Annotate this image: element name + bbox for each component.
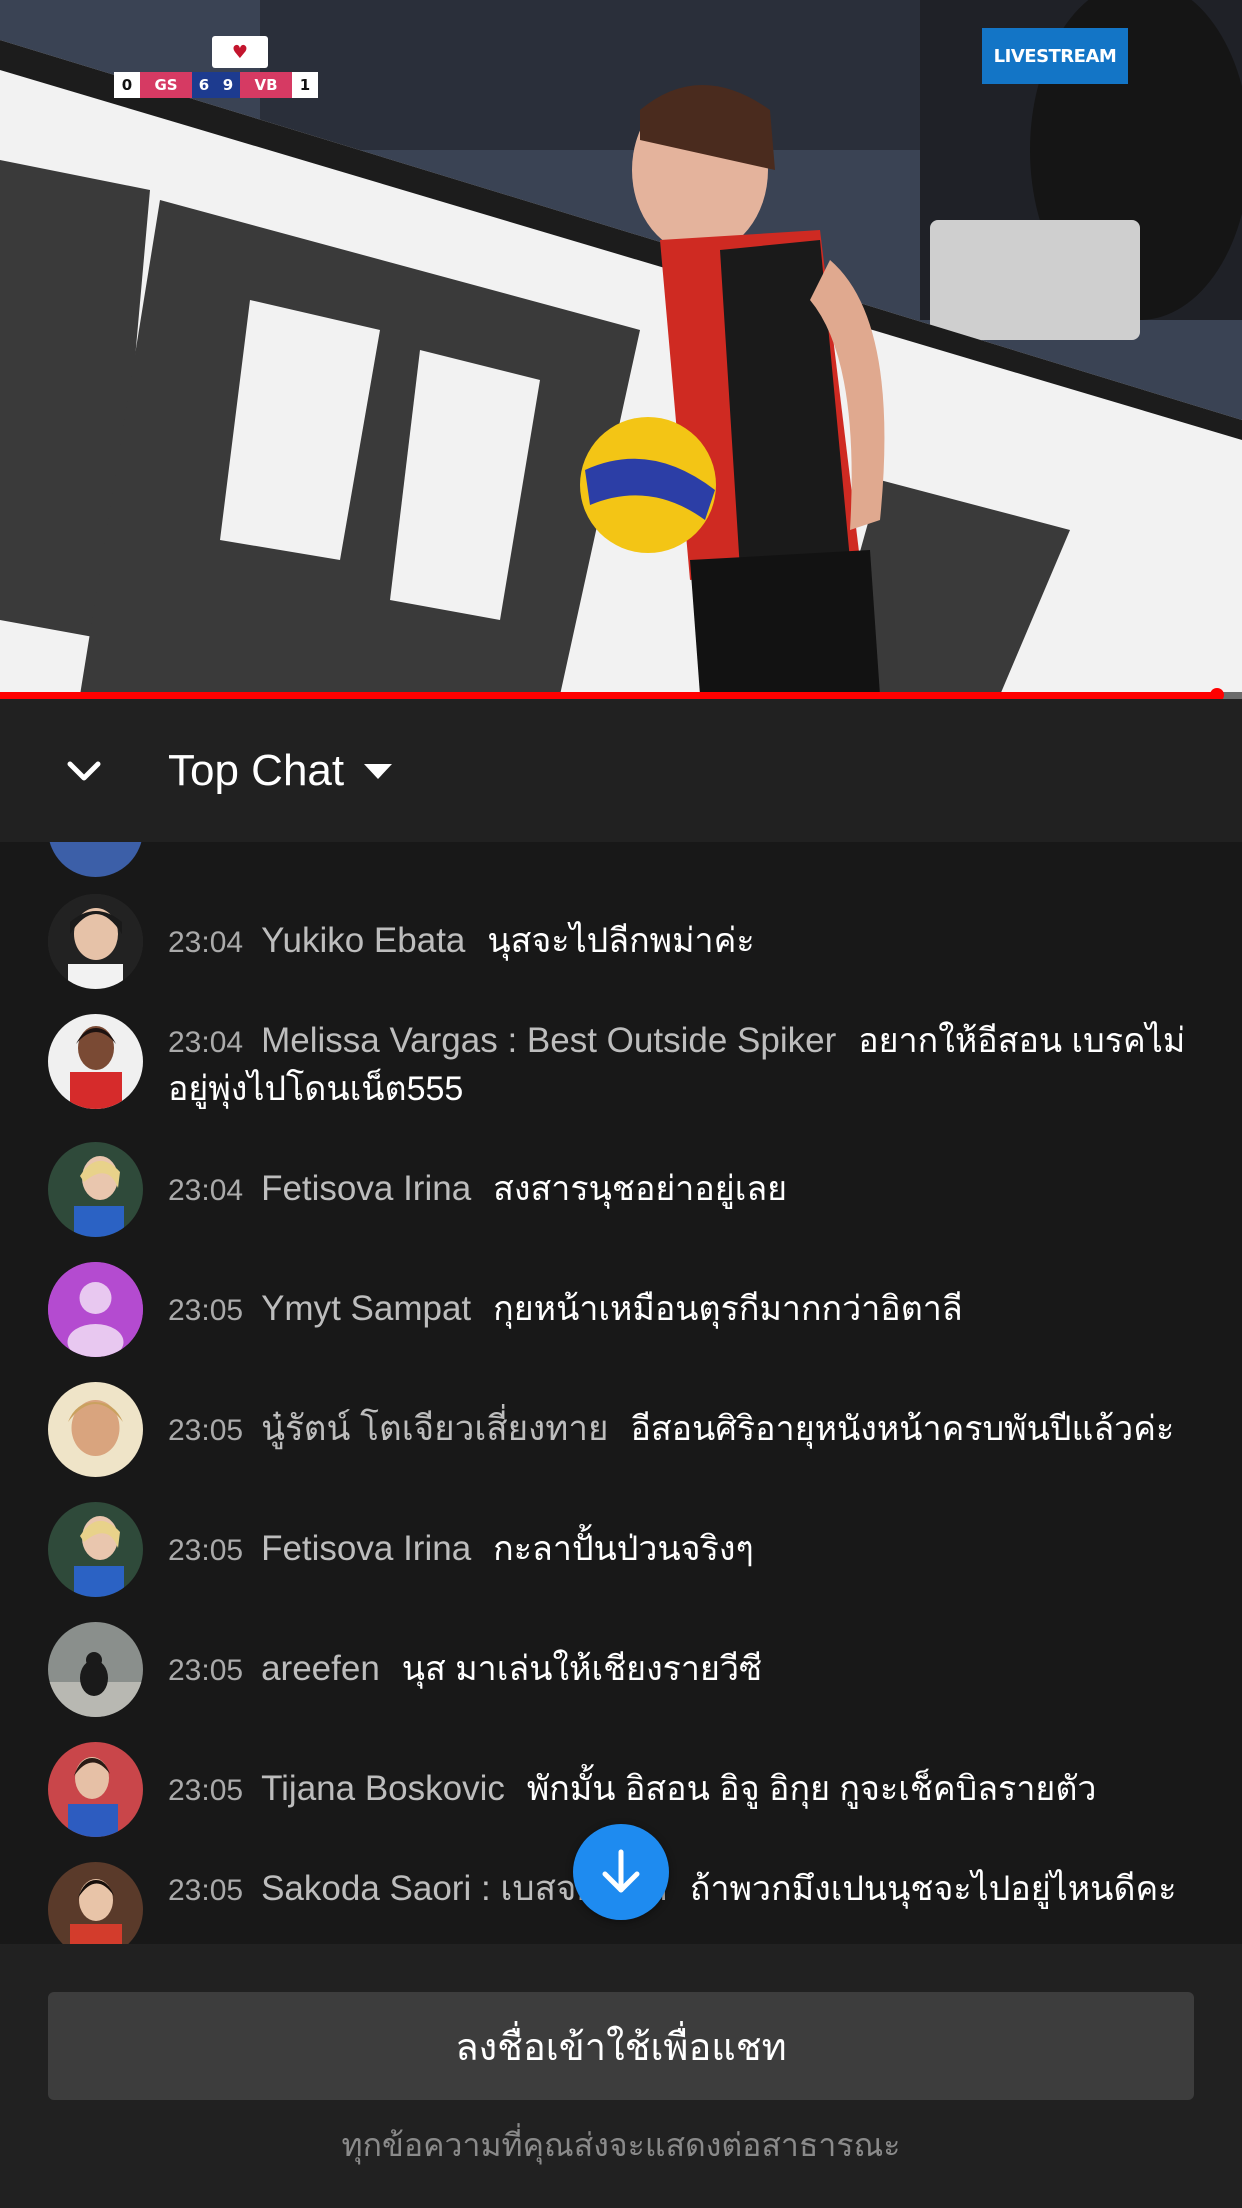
chat-mode-label: Top Chat bbox=[168, 746, 345, 795]
message-text: นุสจะไปลีกพม่าค่ะ bbox=[487, 922, 755, 960]
video-frame bbox=[0, 0, 1242, 695]
message-author[interactable]: Fetisova Irina bbox=[261, 1529, 471, 1568]
sign-in-to-chat-button[interactable]: ลงชื่อเข้าใช้เพื่อแชท bbox=[48, 1992, 1194, 2100]
avatar bbox=[48, 1262, 143, 1357]
video-progress-fill bbox=[0, 692, 1218, 699]
message-text: นุส มาเล่นให้เชียงรายวีซี bbox=[401, 1650, 763, 1688]
avatar bbox=[48, 1742, 143, 1837]
home-points: 6 bbox=[192, 72, 216, 98]
chat-footer: ลงชื่อเข้าใช้เพื่อแชท ทุกข้อความที่คุณส่… bbox=[0, 1944, 1242, 2208]
chevron-down-icon bbox=[67, 761, 101, 781]
message-author[interactable]: Yukiko Ebata bbox=[261, 921, 465, 960]
message-text: สงสารนุชอย่าอยู่เลย bbox=[493, 1170, 788, 1208]
avatar bbox=[48, 1622, 143, 1717]
league-logo: ♥ bbox=[212, 36, 268, 68]
message-time: 23:05 bbox=[168, 1534, 244, 1567]
away-points: 9 bbox=[216, 72, 240, 98]
message-time: 23:05 bbox=[168, 1414, 244, 1447]
message-text: กุยหน้าเหมือนตุรกีมากกว่าอิตาลี bbox=[493, 1290, 963, 1328]
away-team: VB bbox=[240, 72, 292, 98]
caret-down-icon bbox=[364, 764, 393, 779]
avatar bbox=[48, 1382, 143, 1477]
public-message-notice: ทุกข้อความที่คุณส่งจะแสดงต่อสาธารณะ bbox=[341, 2127, 901, 2163]
video-player[interactable]: ♥ 0 GS 6 9 VB 1 LIVESTREAM bbox=[0, 0, 1242, 695]
livestream-label: LIVESTREAM bbox=[993, 45, 1117, 67]
person-icon bbox=[48, 1262, 143, 1357]
chat-message-list[interactable]: 23:04 Yukiko Ebata นุสจะไปลีกพม่าค่ะ 23:04… bbox=[0, 842, 1242, 1944]
avatar bbox=[48, 842, 143, 877]
message-time: 23:04 bbox=[168, 1174, 244, 1207]
message-text: พักมั้น อิสอน อิจู อิกุย กูจะเช็คบิลรายต… bbox=[526, 1770, 1097, 1808]
message-text: ถ้าพวกมึงเปนนุชจะไปอยู่ไหนดีคะ bbox=[689, 1870, 1177, 1908]
message-author[interactable]: Fetisova Irina bbox=[261, 1169, 471, 1208]
message-time: 23:05 bbox=[168, 1654, 244, 1687]
message-author[interactable]: areefen bbox=[261, 1649, 380, 1688]
livestream-badge: LIVESTREAM bbox=[982, 28, 1128, 84]
message-text: อีสอนศิริอายุหนังหน้าครบพันปีแล้วค่ะ bbox=[630, 1410, 1175, 1448]
avatar bbox=[48, 1502, 143, 1597]
message-time: 23:05 bbox=[168, 1874, 244, 1907]
message-time: 23:05 bbox=[168, 1294, 244, 1327]
scroll-to-latest-button[interactable] bbox=[573, 1824, 669, 1920]
message-author[interactable]: Ymyt Sampat bbox=[261, 1289, 471, 1328]
avatar bbox=[48, 894, 143, 989]
chat-mode-selector[interactable]: Top Chat bbox=[168, 739, 394, 803]
arrow-down-icon bbox=[602, 1849, 640, 1893]
message-author[interactable]: Tijana Boskovic bbox=[261, 1769, 505, 1808]
message-text: กะลาปั้นป่วนจริงๆ bbox=[493, 1530, 754, 1568]
away-sets: 1 bbox=[292, 72, 318, 98]
video-progress-bar[interactable] bbox=[0, 688, 1242, 702]
home-team: GS bbox=[140, 72, 192, 98]
home-sets: 0 bbox=[114, 72, 140, 98]
avatar bbox=[48, 1862, 143, 1944]
message-time: 23:04 bbox=[168, 1026, 244, 1059]
message-time: 23:05 bbox=[168, 1774, 244, 1807]
avatar bbox=[48, 1142, 143, 1237]
message-author[interactable]: นู๋รัตน์ โตเจียวเสี่ยงทาย bbox=[261, 1409, 608, 1448]
collapse-chat-button[interactable] bbox=[58, 745, 110, 797]
scoreboard: ♥ 0 GS 6 9 VB 1 bbox=[114, 36, 318, 98]
chat-header: Top Chat bbox=[0, 699, 1242, 842]
message-author[interactable]: Melissa Vargas : Best Outside Spiker bbox=[261, 1021, 836, 1060]
sign-in-label: ลงชื่อเข้าใช้เพื่อแชท bbox=[455, 2026, 787, 2069]
message-time: 23:04 bbox=[168, 926, 244, 959]
avatar bbox=[48, 1014, 143, 1109]
